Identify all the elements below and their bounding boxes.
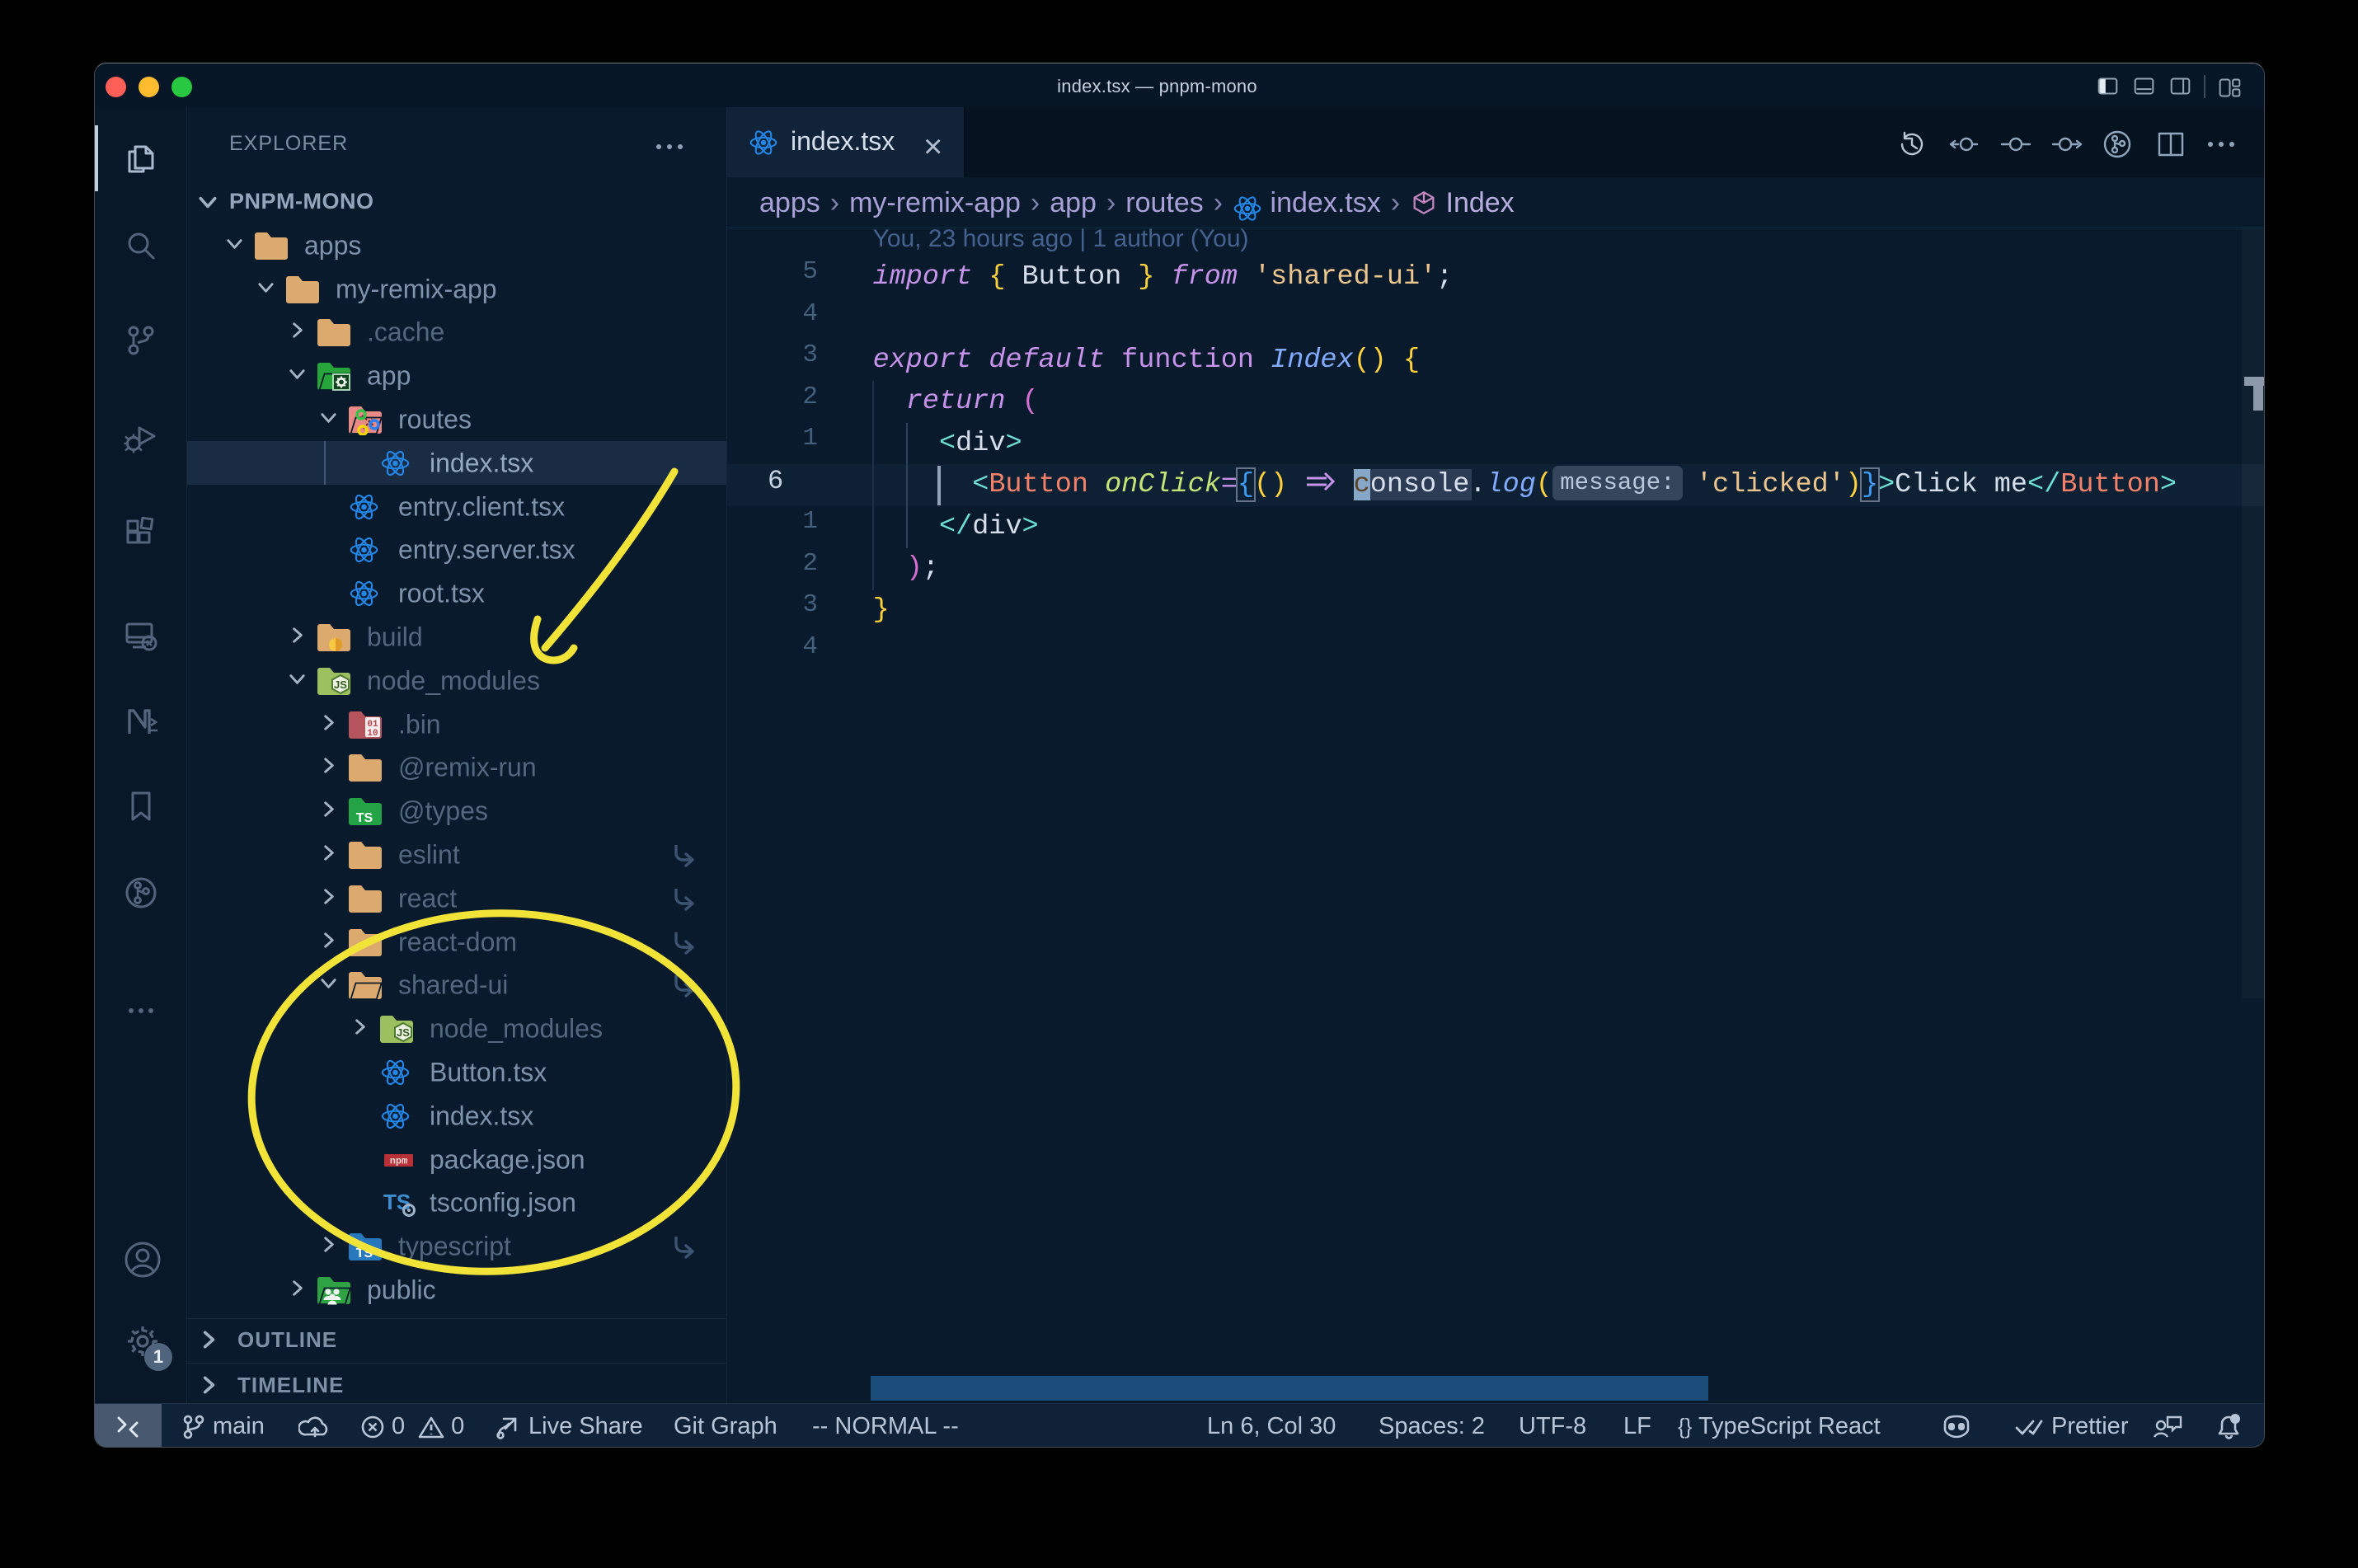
svg-text:10: 10 (367, 729, 378, 739)
svg-text:JS: JS (334, 678, 347, 691)
svg-text:npm: npm (390, 1155, 408, 1167)
svg-text:JS: JS (397, 1026, 410, 1039)
svg-text:TS: TS (356, 1246, 373, 1261)
svg-text:TS: TS (383, 1190, 411, 1214)
svg-text:TS: TS (356, 811, 373, 825)
